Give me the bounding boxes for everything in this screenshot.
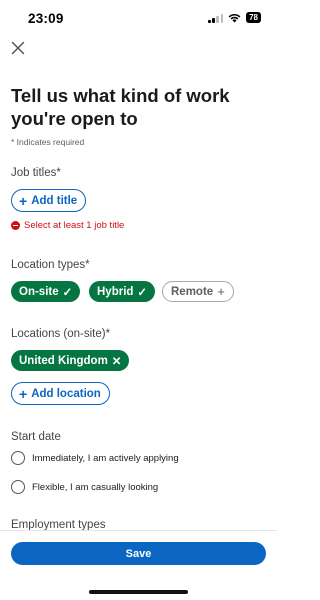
radio-flexible[interactable]: Flexible, I am casually looking xyxy=(11,480,158,494)
plus-icon: + xyxy=(217,284,225,299)
chip-location-united-kingdom[interactable]: United Kingdom ✕ xyxy=(11,350,130,371)
job-title-error: Select at least 1 job title xyxy=(11,220,124,231)
battery-icon: 78 xyxy=(246,12,261,23)
chip-on-site-label: On-site xyxy=(19,285,59,298)
add-location-label: Add location xyxy=(31,387,101,400)
signal-icon xyxy=(208,13,224,23)
radio-icon[interactable] xyxy=(11,480,25,494)
status-bar: 23:09 78 xyxy=(0,0,277,36)
status-icons: 78 xyxy=(208,12,261,23)
radio-icon[interactable] xyxy=(11,451,25,465)
required-note: * Indicates required xyxy=(11,137,85,147)
check-icon: ✓ xyxy=(137,286,148,299)
start-date-label: Start date xyxy=(11,431,61,443)
locations-label: Locations (on-site)* xyxy=(11,328,111,340)
chip-hybrid[interactable]: Hybrid ✓ xyxy=(89,281,156,302)
add-title-button[interactable]: + Add title xyxy=(11,189,87,212)
location-types-label: Location types* xyxy=(11,259,90,271)
wifi-icon xyxy=(228,13,241,22)
chip-hybrid-label: Hybrid xyxy=(97,285,134,298)
location-chip-label: United Kingdom xyxy=(19,354,108,367)
radio-immediately-label: Immediately, I am actively applying xyxy=(32,452,179,464)
chip-remote[interactable]: Remote + xyxy=(162,281,234,302)
check-icon: ✓ xyxy=(62,286,73,299)
home-indicator xyxy=(89,590,188,594)
add-title-label: Add title xyxy=(31,194,78,207)
page-title: Tell us what kind of work you're open to xyxy=(11,85,230,129)
radio-flexible-label: Flexible, I am casually looking xyxy=(32,481,159,493)
job-titles-label: Job titles* xyxy=(11,167,61,179)
status-time: 23:09 xyxy=(28,11,64,26)
chip-on-site[interactable]: On-site ✓ xyxy=(11,281,81,302)
remove-icon[interactable]: ✕ xyxy=(112,354,122,368)
error-text: Select at least 1 job title xyxy=(24,220,125,231)
close-icon[interactable] xyxy=(10,40,26,56)
error-icon xyxy=(11,221,20,230)
plus-icon: + xyxy=(19,385,28,402)
save-button[interactable]: Save xyxy=(11,542,266,565)
plus-icon: + xyxy=(19,192,28,209)
radio-immediately[interactable]: Immediately, I am actively applying xyxy=(11,451,179,465)
add-location-button[interactable]: + Add location xyxy=(11,382,110,405)
chip-remote-label: Remote xyxy=(171,285,214,298)
